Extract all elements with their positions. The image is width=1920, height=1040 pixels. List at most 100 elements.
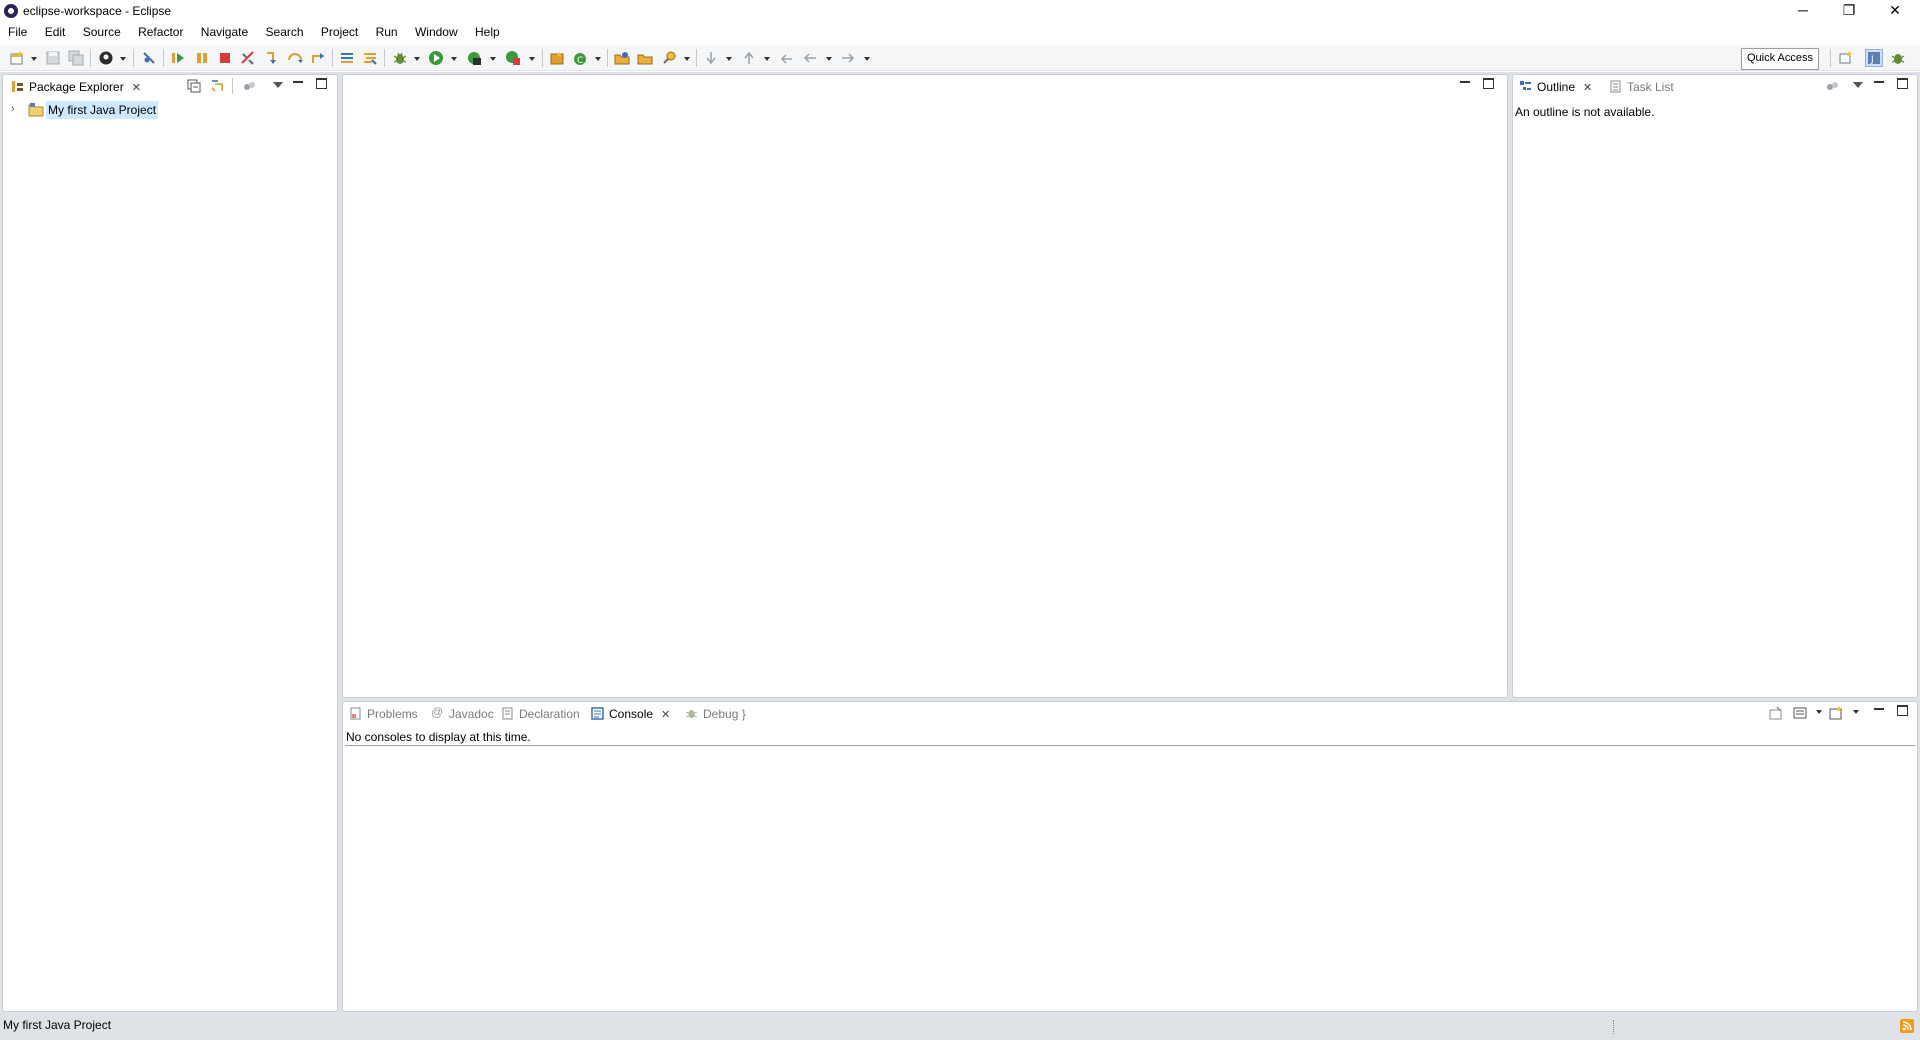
save-all-icon[interactable]	[68, 50, 84, 66]
external-tools-dropdown-icon[interactable]	[529, 57, 535, 61]
menu-run[interactable]: Run	[368, 22, 404, 39]
close-view-icon[interactable]: ✕	[132, 78, 141, 98]
javadoc-icon: @	[431, 705, 444, 719]
previous-annotation-dropdown-icon[interactable]	[764, 57, 770, 61]
quick-access-field[interactable]: Quick Access	[1741, 48, 1819, 70]
minimize-view-icon[interactable]	[1874, 708, 1884, 710]
view-menu-icon[interactable]	[1853, 82, 1863, 88]
tab-task-list[interactable]: Task List	[1605, 77, 1680, 97]
header-separator	[232, 78, 233, 94]
view-menu-icon[interactable]	[273, 82, 283, 88]
resume-icon[interactable]	[170, 50, 186, 66]
debug-dropdown-icon[interactable]	[414, 57, 420, 61]
open-perspective-icon[interactable]	[98, 50, 114, 66]
focus-on-active-task-icon[interactable]	[242, 79, 256, 93]
menu-refactor[interactable]: Refactor	[130, 22, 189, 39]
menu-bar: File Edit Source Refactor Navigate Searc…	[0, 22, 1920, 44]
step-over-icon[interactable]	[287, 50, 303, 66]
step-return-icon[interactable]	[310, 50, 326, 66]
new-class-dropdown-icon[interactable]	[595, 57, 601, 61]
use-step-filters-icon[interactable]	[362, 50, 378, 66]
maximize-editor-icon[interactable]	[1483, 78, 1494, 89]
tab-console[interactable]: Console ✕	[587, 704, 676, 724]
tab-debug[interactable]: Debug }	[681, 704, 752, 724]
minimize-view-icon[interactable]	[293, 81, 303, 83]
open-perspective-button-icon[interactable]	[1838, 50, 1854, 66]
back-dropdown-icon[interactable]	[826, 57, 832, 61]
tab-problems[interactable]: Problems	[345, 704, 424, 724]
project-name-label: My first Java Project	[46, 101, 159, 119]
debug-perspective-icon[interactable]	[1890, 50, 1906, 66]
display-selected-console-icon[interactable]	[1793, 706, 1807, 720]
maximize-view-icon[interactable]	[316, 78, 327, 89]
suspend-icon[interactable]	[194, 50, 210, 66]
new-java-package-icon[interactable]	[549, 50, 565, 66]
open-console-icon[interactable]	[1829, 706, 1843, 720]
disconnect-icon[interactable]	[240, 50, 256, 66]
perspective-dropdown-icon[interactable]	[120, 57, 126, 61]
close-view-icon[interactable]: ✕	[661, 705, 670, 725]
coverage-dropdown-icon[interactable]	[490, 57, 496, 61]
link-with-editor-icon[interactable]	[210, 79, 224, 93]
menu-source[interactable]: Source	[75, 22, 127, 39]
next-annotation-dropdown-icon[interactable]	[726, 57, 732, 61]
back-icon[interactable]	[802, 50, 818, 66]
terminate-icon[interactable]	[217, 50, 233, 66]
save-icon[interactable]	[45, 50, 61, 66]
forward-dropdown-icon[interactable]	[864, 57, 870, 61]
restore-window-button[interactable]: ❐	[1826, 0, 1872, 22]
maximize-view-icon[interactable]	[1897, 705, 1908, 716]
menu-file[interactable]: File	[0, 22, 33, 39]
previous-annotation-icon[interactable]	[741, 50, 757, 66]
menu-navigate[interactable]: Navigate	[193, 22, 254, 39]
forward-icon[interactable]	[840, 50, 856, 66]
menu-help[interactable]: Help	[467, 22, 506, 39]
external-tools-icon[interactable]	[505, 50, 521, 66]
focus-on-active-task-icon[interactable]	[1825, 79, 1839, 93]
minimize-window-button[interactable]: ─	[1780, 0, 1826, 22]
expand-arrow-icon[interactable]: ›	[11, 103, 15, 115]
new-dropdown-icon[interactable]	[31, 57, 37, 61]
tab-label: Outline	[1537, 80, 1576, 94]
minimize-view-icon[interactable]	[1874, 81, 1884, 83]
tab-label: Debug	[703, 707, 739, 721]
pin-console-icon[interactable]	[1769, 706, 1783, 720]
menu-project[interactable]: Project	[313, 22, 364, 39]
notifications-icon[interactable]	[1900, 1019, 1914, 1033]
tree-item-project[interactable]: › My first Java Project	[9, 101, 329, 119]
toolbar-separator	[542, 49, 543, 67]
tab-outline[interactable]: Outline ✕	[1515, 77, 1598, 97]
last-edit-location-icon[interactable]	[779, 50, 795, 66]
display-console-dropdown-icon[interactable]	[1816, 710, 1822, 714]
skip-breakpoints-icon[interactable]	[141, 50, 157, 66]
collapse-all-icon[interactable]	[187, 79, 201, 93]
menu-search[interactable]: Search	[258, 22, 310, 39]
tab-javadoc[interactable]: @ Javadoc	[427, 704, 500, 724]
new-java-class-icon[interactable]: C	[572, 50, 588, 66]
search-icon[interactable]	[661, 50, 677, 66]
close-window-button[interactable]: ✕	[1872, 0, 1918, 22]
coverage-icon[interactable]	[466, 50, 482, 66]
menu-edit[interactable]: Edit	[37, 22, 72, 39]
debug-icon[interactable]	[392, 50, 408, 66]
open-task-icon[interactable]	[637, 50, 653, 66]
minimize-editor-icon[interactable]	[1460, 81, 1470, 83]
tab-declaration[interactable]: Declaration	[497, 704, 586, 724]
run-icon[interactable]	[428, 50, 444, 66]
close-view-icon[interactable]: ✕	[1583, 78, 1592, 98]
menu-window[interactable]: Window	[407, 22, 464, 39]
search-dropdown-icon[interactable]	[684, 57, 690, 61]
java-perspective-icon[interactable]: J	[1865, 49, 1883, 67]
step-into-icon[interactable]	[264, 50, 280, 66]
open-type-icon[interactable]	[614, 50, 630, 66]
new-wizard-icon[interactable]	[9, 50, 25, 66]
maximize-view-icon[interactable]	[1897, 78, 1908, 89]
tab-package-explorer[interactable]: Package Explorer ✕	[7, 77, 147, 97]
run-dropdown-icon[interactable]	[451, 57, 457, 61]
title-bar: eclipse-workspace - Eclipse ─ ❐ ✕	[0, 0, 1920, 22]
tab-label: Javadoc	[449, 707, 494, 721]
status-bar: My first Java Project	[0, 1014, 1920, 1040]
next-annotation-icon[interactable]	[703, 50, 719, 66]
open-console-dropdown-icon[interactable]	[1853, 710, 1859, 714]
drop-to-frame-icon[interactable]	[339, 50, 355, 66]
